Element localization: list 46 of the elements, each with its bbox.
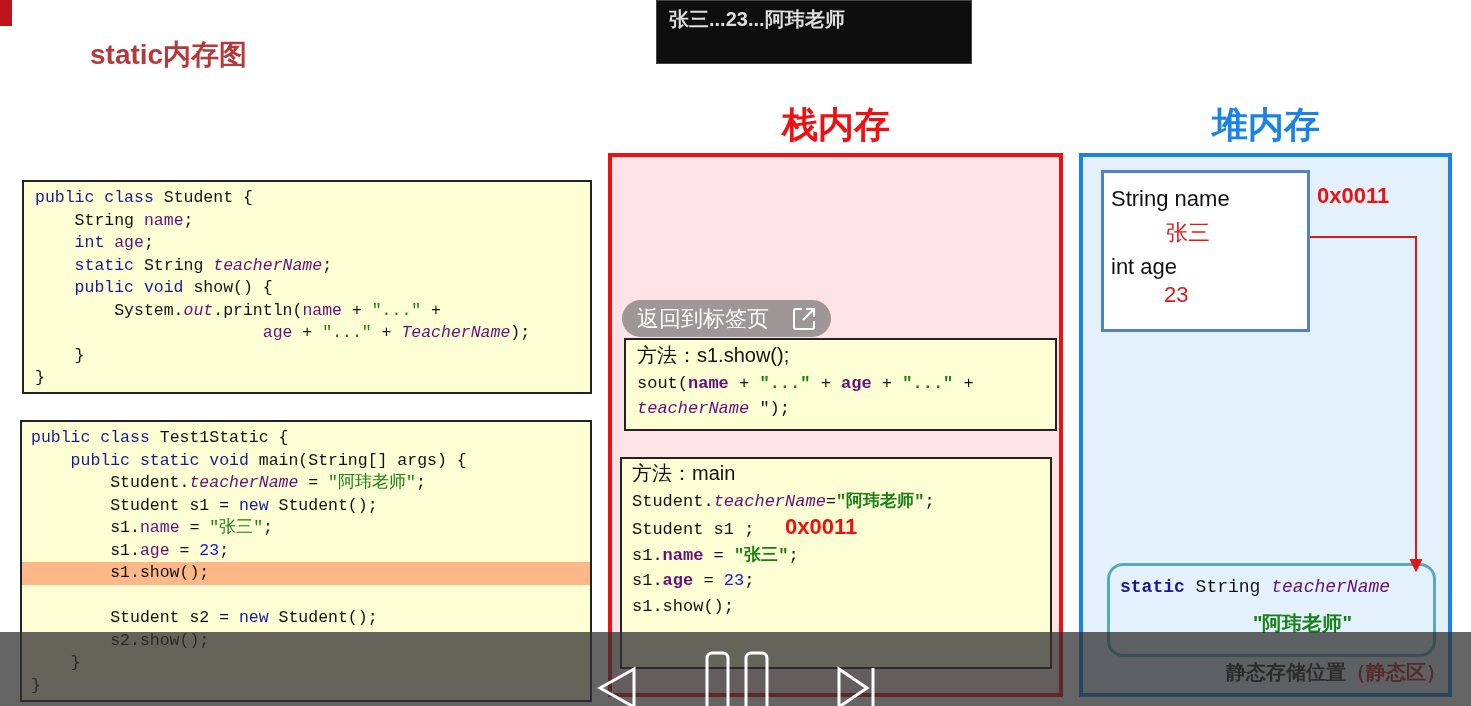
- code-line: public static void main(String[] args) {: [69, 449, 467, 472]
- code-line: Student.teacherName="阿玮老师";: [632, 490, 935, 513]
- code-line: Student.teacherName = "阿玮老师";: [109, 472, 426, 494]
- code-line: s1.name = "张三";: [109, 517, 273, 539]
- code-line: }: [31, 674, 41, 697]
- code-line: s1.show();: [632, 595, 735, 618]
- code-line: age + "..." + TeacherName);: [261, 322, 531, 344]
- code-line: System.out.println(name + "..." +: [113, 299, 442, 322]
- field-value: 张三: [1166, 219, 1210, 247]
- pause-icon[interactable]: [705, 651, 769, 706]
- code-line: s1.show();: [109, 562, 210, 584]
- code-line: Student s1 ; 0x0011: [632, 514, 858, 541]
- field-value: 23: [1164, 281, 1189, 309]
- code-line: public class Test1Static {: [31, 427, 289, 449]
- code-line: int age;: [73, 232, 154, 254]
- caption-box: 张三...23...阿玮老师: [656, 0, 972, 64]
- next-icon[interactable]: [837, 666, 877, 706]
- external-link-icon: [791, 305, 817, 332]
- code-line: Student s1 = new Student();: [109, 494, 378, 517]
- code-line: sout(name + "..." + age + "..." +: [637, 372, 974, 395]
- code-line: s1.age = 23;: [632, 570, 755, 592]
- code-line: public void show() {: [73, 277, 273, 299]
- field-label: String name: [1111, 185, 1230, 213]
- return-to-tab-button[interactable]: 返回到标签页: [622, 300, 831, 337]
- panel-title: 堆内存: [1211, 103, 1320, 147]
- slide-title: static内存图: [90, 38, 248, 72]
- code-line: 方法：s1.show();: [637, 343, 790, 368]
- code-line: teacherName ");: [637, 398, 791, 420]
- code-line: }: [73, 344, 85, 367]
- code-line: s2.show();: [109, 629, 210, 652]
- code-line: Student s2 = new Student();: [109, 607, 378, 629]
- address-label: 0x0011: [1317, 182, 1390, 210]
- code-line: 方法：main: [632, 461, 736, 486]
- code-line: }: [35, 367, 45, 389]
- panel-title: 栈内存: [781, 103, 890, 147]
- corner-mark: [0, 0, 12, 26]
- previous-icon[interactable]: [597, 666, 637, 706]
- code-line: public class Student {: [35, 187, 253, 209]
- static-value: "阿玮老师": [1253, 611, 1352, 636]
- code-line: String name;: [73, 209, 194, 232]
- code-line: s1.name = "张三";: [632, 544, 799, 567]
- code-line: static String teacherName;: [73, 254, 333, 277]
- code-line: }: [69, 652, 81, 674]
- field-label: int age: [1111, 253, 1178, 281]
- code-line: static String teacherName: [1120, 576, 1391, 599]
- code-line: s1.age = 23;: [109, 539, 230, 562]
